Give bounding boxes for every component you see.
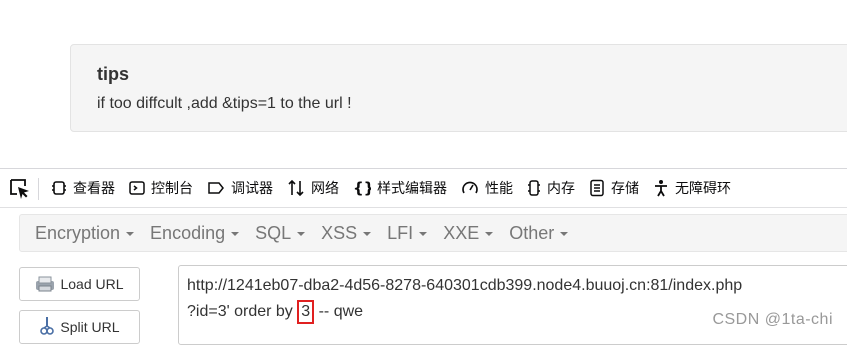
tab-console[interactable]: 控制台 xyxy=(122,169,200,207)
split-url-icon xyxy=(40,317,55,335)
caret-down-icon xyxy=(363,232,372,236)
tab-network[interactable]: 网络 xyxy=(280,169,346,207)
menu-label: SQL xyxy=(255,222,292,243)
caret-down-icon xyxy=(231,232,240,236)
tips-panel: tips if too diffcult ,add &tips=1 to the… xyxy=(70,44,847,132)
tips-title: tips xyxy=(97,64,130,84)
watermark: CSDN @1ta-chi xyxy=(712,311,833,328)
caret-down-icon xyxy=(485,232,494,236)
style-editor-icon: {} xyxy=(353,180,371,196)
tab-label: 网络 xyxy=(311,181,339,197)
menu-sql[interactable]: SQL xyxy=(247,223,313,244)
caret-down-icon xyxy=(126,232,135,236)
devtools-toolbar: 查看器 控制台 调试器 网络 {} 样式编辑器 性能 内存 存储 xyxy=(0,168,847,208)
debugger-icon xyxy=(208,182,224,194)
tab-accessibility[interactable]: 无障碍环 xyxy=(646,169,738,207)
menu-xss[interactable]: XSS xyxy=(313,223,379,244)
load-url-label: Load URL xyxy=(60,276,124,292)
tab-label: 查看器 xyxy=(73,181,115,197)
tab-label: 控制台 xyxy=(151,181,193,197)
menu-label: Encryption xyxy=(35,222,121,243)
tab-inspector[interactable]: 查看器 xyxy=(44,169,122,207)
menu-xxe[interactable]: XXE xyxy=(435,223,501,244)
element-picker-icon[interactable] xyxy=(8,177,32,201)
accessibility-icon xyxy=(655,180,667,197)
caret-down-icon xyxy=(297,232,306,236)
menu-label: XSS xyxy=(321,222,358,243)
tab-label: 性能 xyxy=(485,181,513,197)
network-icon xyxy=(288,179,304,197)
console-icon xyxy=(129,181,145,195)
menu-label: XXE xyxy=(443,222,480,243)
menu-other[interactable]: Other xyxy=(501,223,576,244)
caret-down-icon xyxy=(560,232,569,236)
tab-label: 无障碍环 xyxy=(675,181,731,197)
tab-performance[interactable]: 性能 xyxy=(454,169,520,207)
tab-label: 调试器 xyxy=(231,181,273,197)
tips-text: if too diffcult ,add &tips=1 to the url … xyxy=(97,95,352,112)
tab-label: 存储 xyxy=(611,181,639,197)
url-query-prefix: ?id=3' order by xyxy=(187,303,298,320)
menu-label: Encoding xyxy=(150,222,226,243)
performance-icon xyxy=(462,181,478,194)
inspector-icon xyxy=(52,181,66,195)
load-url-button[interactable]: Load URL xyxy=(19,267,140,301)
url-line-2: ?id=3' order by 3 -- qwe xyxy=(187,300,364,324)
load-url-icon xyxy=(36,276,55,292)
memory-icon xyxy=(528,180,540,196)
tab-label: 内存 xyxy=(547,181,575,197)
tab-storage[interactable]: 存储 xyxy=(582,169,646,207)
url-textarea[interactable]: http://1241eb07-dba2-4d56-8278-640301cdb… xyxy=(178,265,847,345)
tab-memory[interactable]: 内存 xyxy=(520,169,582,207)
menu-label: LFI xyxy=(387,222,414,243)
svg-text:{}: {} xyxy=(353,180,371,196)
hackbar-menu-bar: Encryption Encoding SQL XSS LFI XXE Othe… xyxy=(19,214,847,252)
caret-down-icon xyxy=(419,232,428,236)
tab-debugger[interactable]: 调试器 xyxy=(200,169,280,207)
highlighted-column-number: 3 xyxy=(297,300,315,324)
tab-style-editor[interactable]: {} 样式编辑器 xyxy=(346,169,454,207)
storage-icon xyxy=(590,179,604,197)
toolbar-separator xyxy=(38,178,39,200)
split-url-label: Split URL xyxy=(60,319,120,335)
menu-label: Other xyxy=(509,222,555,243)
tab-label: 样式编辑器 xyxy=(377,181,447,197)
menu-lfi[interactable]: LFI xyxy=(379,223,435,244)
menu-encryption[interactable]: Encryption xyxy=(27,223,142,244)
url-query-suffix: -- qwe xyxy=(314,303,364,320)
url-line-1: http://1241eb07-dba2-4d56-8278-640301cdb… xyxy=(187,277,743,294)
menu-encoding[interactable]: Encoding xyxy=(142,223,247,244)
